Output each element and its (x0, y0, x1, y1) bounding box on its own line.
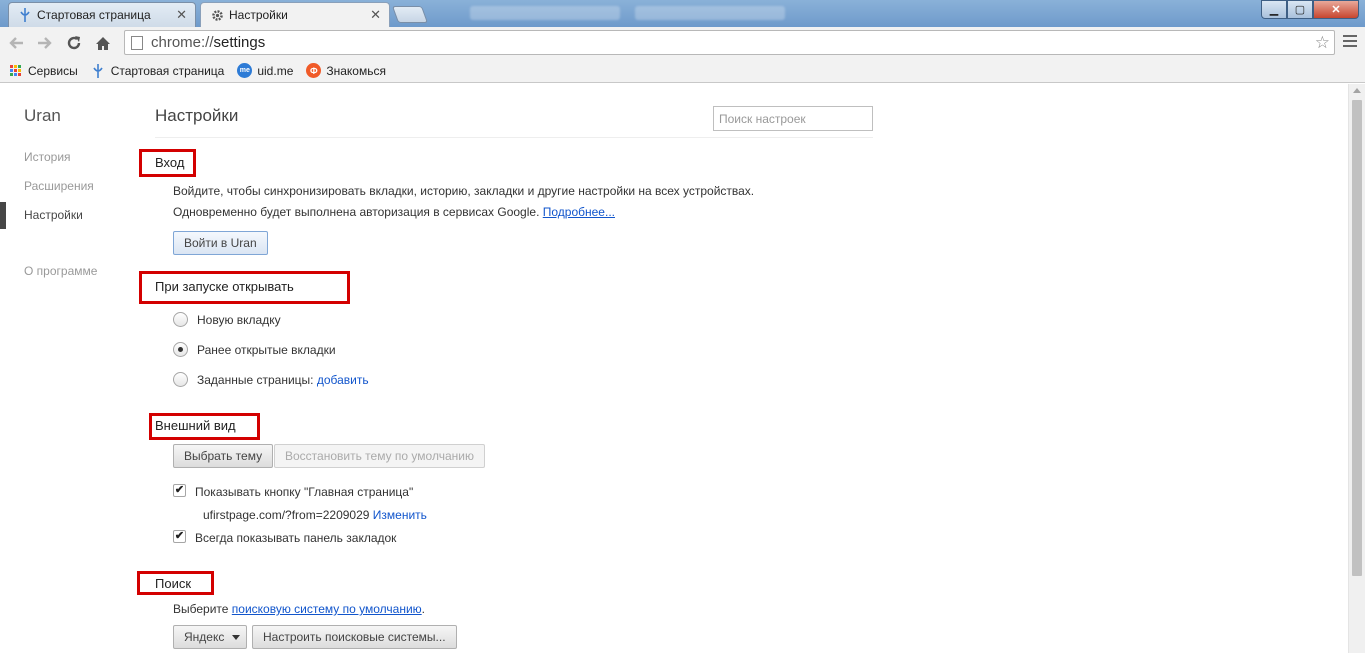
search-description: Выберите поисковую систему по умолчанию. (173, 602, 426, 616)
gear-icon (210, 8, 224, 22)
new-tab-button[interactable] (391, 6, 429, 23)
show-bookmarks-bar-label: Всегда показывать панель закладок (195, 531, 397, 545)
section-title-signin: Вход (155, 155, 185, 170)
startup-option-label: Ранее открытые вкладки (197, 343, 336, 357)
sidebar-item-about[interactable]: О программе (24, 264, 97, 278)
close-window-button[interactable]: ✕ (1313, 0, 1359, 19)
startup-radio-previous-tabs[interactable] (173, 342, 188, 357)
maximize-button[interactable]: ▢ (1287, 0, 1313, 19)
settings-sidebar: Uran История Расширения Настройки О прог… (0, 84, 140, 653)
startup-radio-specific-pages[interactable] (173, 372, 188, 387)
blurred-taskbar-item (635, 6, 785, 20)
show-bookmarks-bar-checkbox[interactable]: ✔ (173, 530, 186, 543)
apps-grid-icon (8, 63, 23, 78)
forward-arrow-icon[interactable] (32, 30, 58, 56)
search-engine-select[interactable]: Яндекс (173, 625, 248, 649)
show-home-button-checkbox[interactable]: ✔ (173, 484, 186, 497)
address-url: chrome://settings (151, 34, 266, 51)
back-arrow-icon[interactable] (3, 30, 29, 56)
startup-option-label: Заданные страницы: добавить (197, 373, 369, 387)
startup-radio-new-tab[interactable] (173, 312, 188, 327)
browser-toolbar: chrome://settings ☆ (0, 27, 1365, 59)
page-icon (131, 35, 143, 50)
window-controls: ▁ ▢ ✕ (1261, 0, 1359, 19)
scrollbar-thumb[interactable] (1352, 100, 1362, 576)
scroll-up-icon[interactable] (1353, 88, 1361, 93)
tab-start-page[interactable]: Стартовая страница ✕ (8, 2, 196, 27)
chevron-down-icon (232, 635, 241, 641)
bookmark-label: Стартовая страница (110, 63, 225, 78)
add-pages-link[interactable]: добавить (317, 373, 369, 387)
bookmark-services[interactable]: Сервисы (8, 63, 78, 78)
search-settings-input[interactable] (713, 106, 873, 131)
manage-search-engines-button[interactable]: Настроить поисковые системы... (252, 625, 457, 649)
page-scrollbar[interactable] (1348, 84, 1365, 653)
section-title-appearance: Внешний вид (155, 418, 236, 433)
bookmark-label: Знакомься (326, 63, 386, 78)
bookmark-label: Сервисы (28, 63, 78, 78)
change-home-link[interactable]: Изменить (373, 508, 427, 522)
bookmark-star-icon[interactable]: ☆ (1315, 33, 1330, 53)
choose-theme-button[interactable]: Выбрать тему (173, 444, 274, 468)
bookmark-label: uid.me (257, 63, 294, 78)
uran-logo-icon (18, 8, 32, 22)
home-page-url: ufirstpage.com/?from=2209029 Изменить (203, 508, 427, 522)
default-search-engine-link[interactable]: поисковую систему по умолчанию (232, 602, 422, 616)
title-bar: Стартовая страница ✕ Настройки ✕ ▁ ▢ ✕ (0, 0, 1365, 27)
bookmark-znakomsya[interactable]: Ф Знакомься (306, 63, 386, 78)
close-tab-icon[interactable]: ✕ (176, 7, 187, 23)
bookmarks-bar: Сервисы Стартовая страница me uid.me Ф З… (0, 59, 1365, 83)
tab-settings[interactable]: Настройки ✕ (200, 2, 390, 27)
title-divider (155, 137, 873, 138)
blurred-taskbar-item (470, 6, 620, 20)
sidebar-item-settings[interactable]: Настройки (24, 208, 83, 222)
section-title-search: Поиск (155, 576, 192, 591)
close-tab-icon[interactable]: ✕ (370, 7, 381, 23)
uran-logo-icon (91, 63, 106, 78)
bookmark-uid-me[interactable]: me uid.me (237, 63, 293, 78)
reset-theme-button[interactable]: Восстановить тему по умолчанию (274, 444, 485, 468)
menu-icon[interactable] (1343, 35, 1357, 50)
tab-title: Настройки (229, 8, 288, 22)
sidebar-item-extensions[interactable]: Расширения (24, 179, 94, 193)
learn-more-link[interactable]: Подробнее... (543, 205, 615, 219)
znakomsya-icon: Ф (306, 63, 322, 78)
sidebar-selection-indicator (0, 202, 6, 229)
section-title-startup: При запуске открывать (155, 279, 294, 294)
uid-me-icon: me (237, 63, 253, 78)
address-bar[interactable]: chrome://settings ☆ (124, 30, 1335, 55)
sign-in-button[interactable]: Войти в Uran (173, 231, 268, 255)
sidebar-item-history[interactable]: История (24, 150, 71, 164)
bookmark-start-page[interactable]: Стартовая страница (91, 63, 225, 78)
home-icon[interactable] (90, 30, 116, 56)
page-title: Настройки (155, 106, 239, 125)
reload-icon[interactable] (61, 30, 87, 56)
signin-description: Войдите, чтобы синхронизировать вкладки,… (173, 184, 755, 198)
startup-option-label: Новую вкладку (197, 313, 281, 327)
sidebar-brand: Uran (24, 106, 61, 125)
tab-title: Стартовая страница (37, 8, 151, 22)
signin-google-note: Одновременно будет выполнена авторизация… (173, 205, 615, 219)
show-home-button-label: Показывать кнопку "Главная страница" (195, 485, 414, 499)
minimize-button[interactable]: ▁ (1261, 0, 1287, 19)
